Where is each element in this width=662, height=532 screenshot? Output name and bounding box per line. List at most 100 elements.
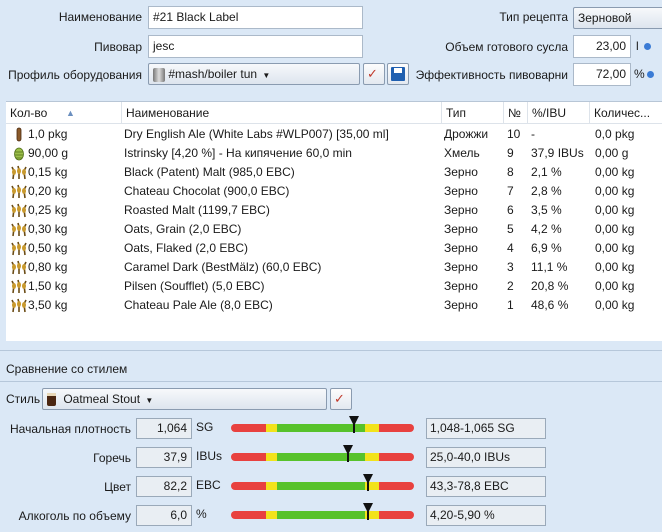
table-row[interactable]: 3,50 kg Chateau Pale Ale (8,0 EBC) Зерно 1 4…: [6, 296, 662, 315]
efficiency-label: Эффективность пивоварни: [415, 68, 568, 82]
ingredients-table: Кол-во ▲ Наименование Тип № %/IBU Количе…: [6, 101, 662, 341]
metric-unit: %: [196, 507, 207, 521]
equipment-icon: [153, 67, 165, 82]
edit-icon: ✓: [334, 391, 345, 406]
volume-unit: l: [636, 39, 639, 53]
metric-label: Алкоголь по объему: [18, 509, 131, 523]
cell-number: 6: [507, 203, 514, 217]
metric-style-range: 1,048-1,065 SG: [426, 418, 546, 439]
table-row[interactable]: 0,30 kg Oats, Grain (2,0 EBC) Зерно 5 4,2 % 0…: [6, 220, 662, 239]
cell-percent-ibu: 20,8 %: [531, 279, 569, 293]
cell-percent-ibu: 48,6 %: [531, 298, 569, 312]
brewer-input[interactable]: jesc: [148, 35, 363, 58]
cell-type: Зерно: [444, 298, 478, 312]
metric-range-bar: [231, 453, 414, 461]
column-header-percent-ibu[interactable]: %/IBU: [528, 102, 590, 124]
table-row[interactable]: 1,0 pkg Dry English Ale (White Labs #WLP0…: [6, 125, 662, 144]
column-header-name[interactable]: Наименование: [122, 102, 442, 124]
cell-number: 2: [507, 279, 514, 293]
metric-unit: EBC: [196, 478, 221, 492]
metric-style-range: 25,0-40,0 IBUs: [426, 447, 546, 468]
cell-amount: 0,00 kg: [595, 203, 635, 217]
cell-qty: 0,20 kg: [28, 184, 68, 198]
range-bar-segment: [265, 453, 277, 461]
chevron-down-icon: ▼: [145, 396, 154, 405]
cell-qty: 0,30 kg: [28, 222, 68, 236]
name-input[interactable]: #21 Black Label: [148, 6, 363, 29]
cell-number: 10: [507, 127, 521, 141]
range-bar-segment: [379, 424, 414, 432]
volume-input[interactable]: 23,00: [573, 35, 631, 58]
grain-sack-icon: [11, 165, 27, 180]
range-bar-segment: [379, 511, 414, 519]
cell-name: Istrinsky [4,20 %] - На кипячение 60,0 m…: [124, 146, 352, 160]
cell-qty: 1,50 kg: [28, 279, 68, 293]
metric-style-range: 43,3-78,8 EBC: [426, 476, 546, 497]
cell-amount: 0,00 kg: [595, 260, 635, 274]
cell-percent-ibu: 11,1 %: [531, 260, 568, 274]
cell-number: 7: [507, 184, 514, 198]
cell-name: Chateau Chocolat (900,0 EBC): [124, 184, 290, 198]
grain-sack-icon: [11, 298, 27, 313]
metric-label: Начальная плотность: [10, 422, 131, 436]
edit-equipment-button[interactable]: ✓: [363, 63, 385, 85]
column-header-qty[interactable]: Кол-во ▲: [6, 102, 122, 124]
metric-value: 37,9: [136, 447, 192, 468]
table-row[interactable]: 0,15 kg Black (Patent) Malt (985,0 EBC) Зе…: [6, 163, 662, 182]
cell-percent-ibu: 37,9 IBUs: [531, 146, 584, 160]
range-bar-segment: [231, 482, 266, 490]
cell-amount: 0,00 g: [595, 146, 629, 160]
efficiency-input[interactable]: 72,00: [573, 63, 631, 86]
beer-glass-icon: [47, 393, 56, 407]
cell-qty: 0,15 kg: [28, 165, 68, 179]
recipe-type-select[interactable]: Зерновой: [573, 7, 662, 29]
metric-style-range: 4,20-5,90 %: [426, 505, 546, 526]
grain-sack-icon: [11, 203, 27, 218]
column-header-amount[interactable]: Количес...: [590, 102, 662, 124]
column-header-number[interactable]: №: [504, 102, 528, 124]
column-header-type[interactable]: Тип: [442, 102, 504, 124]
cell-type: Хмель: [444, 146, 480, 160]
section-divider: [0, 350, 662, 351]
equipment-select-value: #mash/boiler tun: [168, 67, 258, 81]
hop-cone-icon: [11, 146, 27, 161]
range-bar-segment: [379, 453, 414, 461]
table-row[interactable]: 0,20 kg Chateau Chocolat (900,0 EBC) Зерно…: [6, 182, 662, 201]
cell-number: 5: [507, 222, 514, 236]
cell-name: Chateau Pale Ale (8,0 EBC): [124, 298, 273, 312]
cell-type: Дрожжи: [444, 127, 489, 141]
grain-sack-icon: [11, 222, 27, 237]
yeast-vial-icon: [11, 127, 27, 142]
table-row[interactable]: 0,25 kg Roasted Malt (1199,7 EBC) Зерно 6 3,…: [6, 201, 662, 220]
cell-type: Зерно: [444, 222, 478, 236]
style-select[interactable]: Oatmeal Stout ▼: [42, 388, 327, 410]
range-bar-segment: [276, 511, 365, 519]
name-label: Наименование: [58, 10, 142, 24]
range-bar-segment: [231, 453, 266, 461]
cell-qty: 0,80 kg: [28, 260, 68, 274]
table-row[interactable]: 0,50 kg Oats, Flaked (2,0 EBC) Зерно 4 6,9 %…: [6, 239, 662, 258]
table-row[interactable]: 1,50 kg Pilsen (Soufflet) (5,0 EBC) Зерно 2…: [6, 277, 662, 296]
recipe-type-label: Тип рецепта: [499, 10, 568, 24]
cell-percent-ibu: 3,5 %: [531, 203, 562, 217]
range-bar-segment: [364, 453, 380, 461]
cell-qty: 1,0 pkg: [28, 127, 68, 141]
cell-amount: 0,00 kg: [595, 279, 635, 293]
cell-name: Caramel Dark (BestMälz) (60,0 EBC): [124, 260, 322, 274]
efficiency-unit: %: [634, 67, 645, 81]
cell-amount: 0,00 kg: [595, 241, 635, 255]
cell-number: 4: [507, 241, 514, 255]
range-bar-segment: [276, 482, 365, 490]
range-bar-segment: [231, 511, 266, 519]
table-row[interactable]: 90,00 g Istrinsky [4,20 %] - На кипячение…: [6, 144, 662, 163]
value-marker-stem: [352, 424, 355, 433]
equipment-select[interactable]: #mash/boiler tun ▼: [148, 63, 360, 85]
metric-value: 1,064: [136, 418, 192, 439]
metric-value: 82,2: [136, 476, 192, 497]
grain-sack-icon: [11, 260, 27, 275]
style-info-button[interactable]: ✓: [330, 388, 352, 410]
style-label: Стиль: [6, 392, 41, 406]
cell-qty: 0,25 kg: [28, 203, 68, 217]
table-row[interactable]: 0,80 kg Caramel Dark (BestMälz) (60,0 EBC…: [6, 258, 662, 277]
cell-qty: 90,00 g: [28, 146, 69, 160]
